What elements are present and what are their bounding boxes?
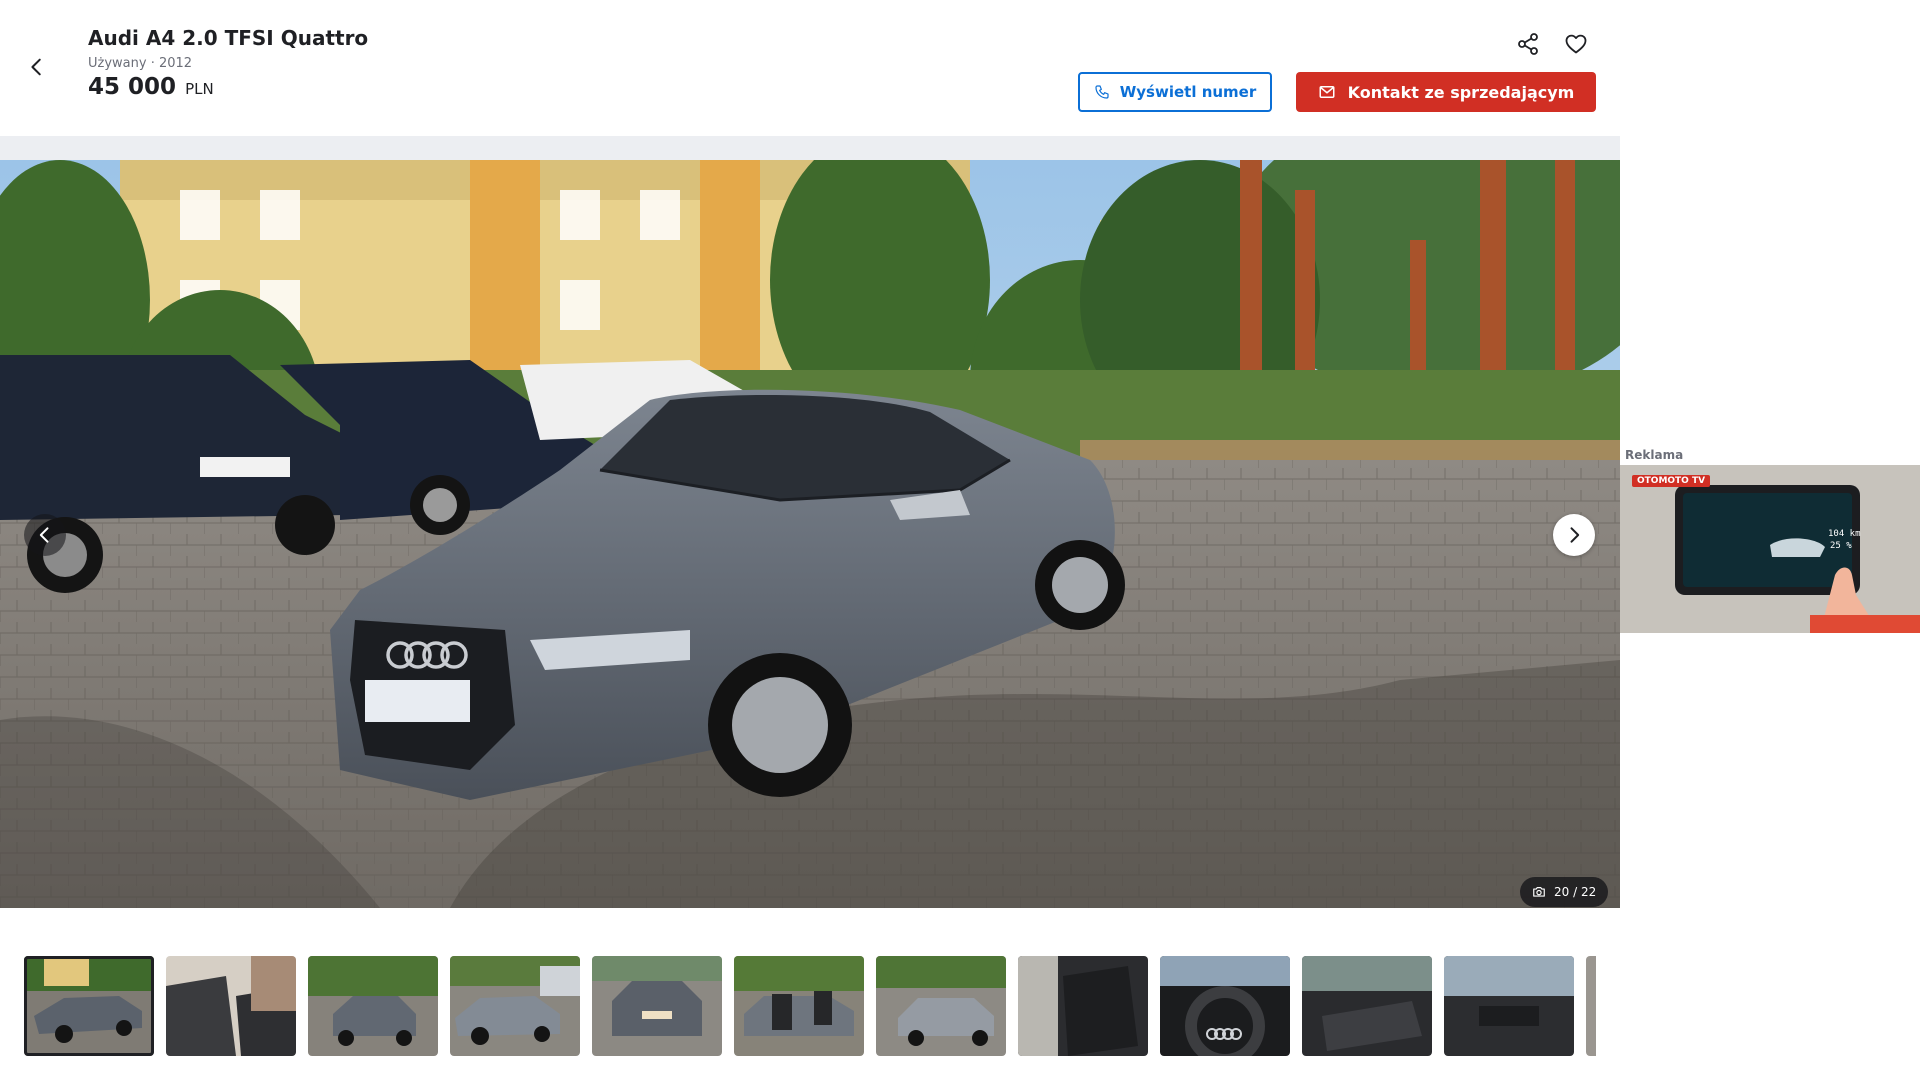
thumbnail-1[interactable] <box>24 956 154 1056</box>
thumbnail-2[interactable] <box>166 956 296 1056</box>
arrow-left-icon <box>31 58 41 76</box>
thumbnail-5[interactable] <box>592 956 722 1056</box>
photo-counter-text: 20 / 22 <box>1554 885 1597 899</box>
back-button[interactable] <box>20 50 54 84</box>
show-phone-button[interactable]: Wyświetl numer <box>1078 72 1272 112</box>
thumbnail-8[interactable] <box>1018 956 1148 1056</box>
thumbnail-7[interactable] <box>876 956 1006 1056</box>
previous-photo-button[interactable] <box>24 514 66 556</box>
advertisement[interactable]: OTOMOTO TV 104 km 25 % <box>1620 465 1920 633</box>
camera-icon <box>1533 887 1545 897</box>
price-row: 45 000 PLN <box>88 74 214 100</box>
thumbnail-9[interactable] <box>1160 956 1290 1056</box>
listing-title: Audi A4 2.0 TFSI Quattro <box>88 26 369 50</box>
thumbnail-12[interactable] <box>1586 956 1596 1056</box>
contact-seller-label: Kontakt ze sprzedającym <box>1347 82 1575 102</box>
heart-icon <box>1565 34 1587 54</box>
chevron-left-icon <box>39 527 49 543</box>
ad-label: Reklama <box>1625 448 1684 462</box>
phone-icon <box>1095 85 1109 99</box>
thumbnail-strip <box>24 956 1596 1056</box>
ad-screen-percent: 25 % <box>1830 541 1852 551</box>
price-currency: PLN <box>185 80 214 98</box>
listing-subtitle: Używany · 2012 <box>88 56 193 71</box>
ad-screen-value: 104 km <box>1828 529 1861 539</box>
thumbnail-6[interactable] <box>734 956 864 1056</box>
share-button[interactable] <box>1512 28 1544 60</box>
photo-counter: 20 / 22 <box>1520 877 1609 907</box>
favorite-button[interactable] <box>1560 28 1592 60</box>
mail-icon <box>1319 86 1335 98</box>
show-phone-label: Wyświetl numer <box>1119 83 1257 101</box>
thumbnail-4[interactable] <box>450 956 580 1056</box>
share-icon <box>1518 33 1538 55</box>
next-photo-button[interactable] <box>1553 514 1595 556</box>
listing-header: Audi A4 2.0 TFSI Quattro Używany · 2012 … <box>0 0 1620 136</box>
ad-logo: OTOMOTO TV <box>1632 475 1711 487</box>
thumbnail-10[interactable] <box>1302 956 1432 1056</box>
chevron-right-icon <box>1570 527 1580 543</box>
contact-seller-button[interactable]: Kontakt ze sprzedającym <box>1296 72 1596 112</box>
price-value: 45 000 <box>88 74 177 100</box>
main-photo[interactable] <box>0 160 1620 908</box>
thumbnail-11[interactable] <box>1444 956 1574 1056</box>
thumbnail-3[interactable] <box>308 956 438 1056</box>
